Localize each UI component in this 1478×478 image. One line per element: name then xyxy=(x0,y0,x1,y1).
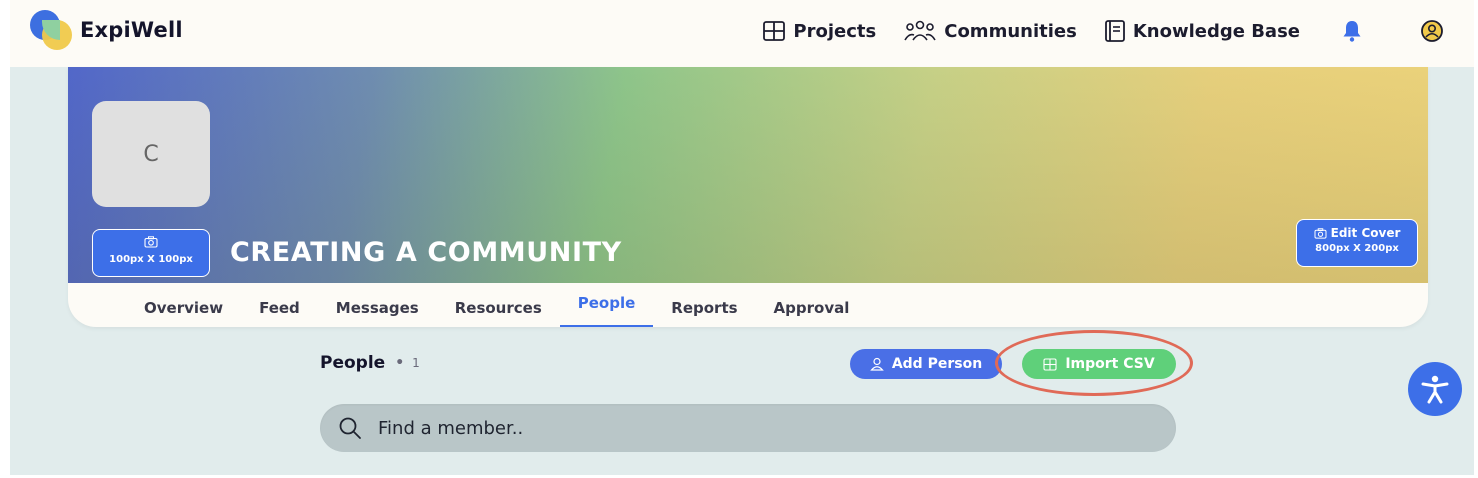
people-heading-label: People xyxy=(320,353,386,373)
camera-icon xyxy=(144,236,158,248)
edit-cover-size: 800px X 200px xyxy=(1315,243,1399,254)
accessibility-icon xyxy=(1421,375,1449,404)
accessibility-button[interactable] xyxy=(1408,362,1462,416)
people-group-icon xyxy=(904,20,936,41)
people-heading: People • 1 xyxy=(320,353,420,373)
edit-cover-label: Edit Cover xyxy=(1330,226,1401,240)
tab-approval[interactable]: Approval xyxy=(756,299,868,327)
community-avatar: C xyxy=(92,101,210,207)
table-icon xyxy=(1043,357,1057,371)
community-header-card: C 100px X 100px CREATING A COMMUNITY Edi… xyxy=(68,67,1428,327)
nav-knowledge-base[interactable]: Knowledge Base xyxy=(1104,20,1300,42)
profile-button[interactable] xyxy=(1420,19,1444,43)
upload-avatar-button[interactable]: 100px X 100px xyxy=(92,229,210,277)
bell-icon xyxy=(1343,21,1361,42)
add-person-label: Add Person xyxy=(891,356,983,372)
avatar-initial: C xyxy=(143,141,159,167)
tab-messages[interactable]: Messages xyxy=(318,299,437,327)
expiwell-logo-icon[interactable] xyxy=(30,10,76,50)
add-person-button[interactable]: Add Person xyxy=(850,349,1002,379)
user-avatar-icon xyxy=(1421,20,1443,42)
tab-resources[interactable]: Resources xyxy=(437,299,560,327)
edit-cover-button[interactable]: Edit Cover 800px X 200px xyxy=(1296,219,1418,267)
camera-icon xyxy=(1314,227,1327,239)
nav-projects-label: Projects xyxy=(793,20,877,42)
community-tabs: Overview Feed Messages Resources People … xyxy=(126,283,867,327)
community-title: CREATING A COMMUNITY xyxy=(230,237,622,268)
tab-people[interactable]: People xyxy=(559,294,654,327)
nav-communities[interactable]: Communities xyxy=(904,20,1077,42)
nav-communities-label: Communities xyxy=(944,20,1077,42)
document-icon xyxy=(1104,20,1125,42)
nav-knowledge-base-label: Knowledge Base xyxy=(1132,20,1300,42)
tab-feed[interactable]: Feed xyxy=(241,299,318,327)
page: ExpiWell Projects Communities Knowledge … xyxy=(0,0,1478,478)
people-separator: • xyxy=(395,355,405,371)
notifications-button[interactable] xyxy=(1340,19,1364,43)
main-nav: Projects Communities Knowledge Base xyxy=(735,14,1444,48)
top-navbar: ExpiWell Projects Communities Knowledge … xyxy=(10,0,1474,67)
grid-icon xyxy=(763,21,786,41)
people-count: 1 xyxy=(412,356,420,370)
upload-avatar-size: 100px X 100px xyxy=(109,254,193,265)
tab-overview[interactable]: Overview xyxy=(126,299,241,327)
search-icon xyxy=(339,417,361,439)
nav-projects[interactable]: Projects xyxy=(763,21,876,42)
import-csv-button[interactable]: Import CSV xyxy=(1022,349,1176,379)
brand-name[interactable]: ExpiWell xyxy=(80,18,183,42)
member-search-input[interactable] xyxy=(378,417,1138,439)
tab-reports[interactable]: Reports xyxy=(653,299,755,327)
member-search-bar[interactable] xyxy=(320,404,1176,452)
person-icon xyxy=(870,357,884,371)
import-csv-label: Import CSV xyxy=(1065,356,1155,372)
main-content: C 100px X 100px CREATING A COMMUNITY Edi… xyxy=(10,67,1474,475)
